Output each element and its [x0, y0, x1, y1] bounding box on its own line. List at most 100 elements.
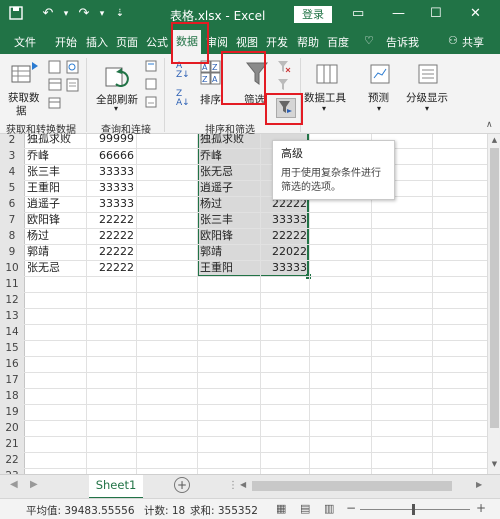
- cell-name[interactable]: 独孤求败: [200, 134, 258, 147]
- cell-name[interactable]: 王重阳: [27, 180, 85, 196]
- tab-help[interactable]: 帮助: [297, 34, 319, 50]
- row-header[interactable]: 5: [0, 180, 25, 197]
- outline-label[interactable]: 分级显示: [406, 90, 448, 105]
- vertical-scrollbar[interactable]: ▲ ▼: [487, 134, 500, 474]
- cell-value[interactable]: 33333: [88, 196, 134, 212]
- row-header[interactable]: 19: [0, 404, 25, 421]
- cell-name[interactable]: 逍遥子: [200, 180, 258, 196]
- undo-icon[interactable]: ↶: [40, 6, 56, 22]
- scroll-sheets-left-icon[interactable]: ◀: [10, 479, 18, 490]
- hscroll-right-icon[interactable]: ▶: [476, 480, 482, 489]
- row-header[interactable]: 4: [0, 164, 25, 181]
- sort-ascending-icon[interactable]: A Z↓: [176, 62, 190, 80]
- row-header[interactable]: 2: [0, 134, 25, 149]
- tab-split-handle-icon[interactable]: ⋮: [228, 480, 238, 491]
- existing-connections-icon[interactable]: [48, 96, 62, 113]
- tab-review[interactable]: 审阅: [206, 34, 228, 50]
- scroll-down-icon[interactable]: ▼: [490, 460, 499, 470]
- row-header[interactable]: 22: [0, 452, 25, 469]
- horizontal-scroll-thumb[interactable]: [252, 481, 452, 491]
- redo-dropdown-icon[interactable]: ▾: [94, 6, 110, 22]
- data-tools-label[interactable]: 数据工具: [304, 90, 346, 105]
- from-web-icon[interactable]: [66, 60, 80, 77]
- cell-name[interactable]: 杨过: [27, 228, 85, 244]
- recent-sources-icon[interactable]: [66, 78, 80, 95]
- row-header[interactable]: 12: [0, 292, 25, 309]
- tab-view[interactable]: 视图: [236, 34, 258, 50]
- zoom-slider-thumb[interactable]: [412, 504, 415, 515]
- cell-name[interactable]: 欧阳锋: [27, 212, 85, 228]
- cell-name[interactable]: 逍遥子: [27, 196, 85, 212]
- cell-value[interactable]: 22222: [88, 228, 134, 244]
- sheet-tab-sheet1[interactable]: Sheet1: [89, 475, 143, 499]
- page-layout-view-icon[interactable]: ▤: [300, 502, 310, 515]
- ribbon-display-icon[interactable]: ▭: [352, 6, 364, 21]
- cell-value[interactable]: 33333: [88, 164, 134, 180]
- row-header[interactable]: 11: [0, 276, 25, 293]
- row-header[interactable]: 17: [0, 372, 25, 389]
- add-sheet-icon[interactable]: +: [174, 477, 190, 493]
- zoom-out-icon[interactable]: −: [346, 501, 356, 515]
- cell-name[interactable]: 王重阳: [200, 260, 258, 276]
- queries-connections-icon[interactable]: [145, 60, 157, 75]
- cell-value[interactable]: 22222: [262, 228, 307, 244]
- refresh-dropdown-icon[interactable]: ▾: [114, 104, 118, 113]
- minimize-icon[interactable]: —: [392, 6, 405, 21]
- clear-filter-icon[interactable]: [277, 60, 291, 77]
- row-header[interactable]: 10: [0, 260, 25, 277]
- row-header[interactable]: 6: [0, 196, 25, 213]
- maximize-icon[interactable]: ☐: [430, 6, 442, 21]
- cell-value[interactable]: 22222: [88, 244, 134, 260]
- from-table-icon[interactable]: [48, 78, 62, 95]
- cell-value[interactable]: 99999: [88, 134, 134, 147]
- tab-developer[interactable]: 开发: [266, 34, 288, 50]
- properties-icon[interactable]: [145, 78, 157, 93]
- page-break-view-icon[interactable]: ▥: [324, 502, 334, 515]
- hscroll-left-icon[interactable]: ◀: [240, 480, 246, 489]
- tab-file[interactable]: 文件: [14, 34, 36, 50]
- cell-name[interactable]: 独孤求败: [27, 134, 85, 147]
- cell-value[interactable]: 33333: [88, 180, 134, 196]
- outline-icon[interactable]: [418, 64, 438, 87]
- row-header[interactable]: 14: [0, 324, 25, 341]
- zoom-in-icon[interactable]: +: [476, 501, 486, 515]
- edit-links-icon[interactable]: [145, 96, 157, 111]
- scroll-thumb[interactable]: [490, 148, 499, 428]
- get-data-icon[interactable]: [10, 60, 40, 89]
- row-header[interactable]: 15: [0, 340, 25, 357]
- sort-label[interactable]: 排序: [200, 92, 221, 107]
- cell-value[interactable]: 22222: [88, 260, 134, 276]
- row-header[interactable]: 16: [0, 356, 25, 373]
- cell-value[interactable]: 66666: [88, 148, 134, 164]
- undo-dropdown-icon[interactable]: ▾: [58, 6, 74, 22]
- row-header[interactable]: 20: [0, 420, 25, 437]
- row-header[interactable]: 7: [0, 212, 25, 229]
- zoom-slider[interactable]: [360, 509, 470, 510]
- tab-baidu[interactable]: 百度: [327, 34, 349, 50]
- cell-name[interactable]: 乔峰: [200, 148, 258, 164]
- data-tools-icon[interactable]: [316, 64, 338, 87]
- normal-view-icon[interactable]: ▦: [276, 502, 286, 515]
- cell-value[interactable]: 22022: [262, 244, 307, 260]
- row-header[interactable]: 18: [0, 388, 25, 405]
- cell-name[interactable]: 张三丰: [200, 212, 258, 228]
- worksheet-grid[interactable]: 2 3 4 5 6 7 8 9 10 11 12 13 14 15 16 17 …: [0, 134, 500, 474]
- forecast-icon[interactable]: [370, 64, 390, 87]
- save-icon[interactable]: [8, 6, 24, 22]
- cell-name[interactable]: 郭靖: [200, 244, 258, 260]
- scroll-up-icon[interactable]: ▲: [490, 136, 499, 146]
- customize-icon[interactable]: ⇣: [112, 6, 128, 22]
- cell-name[interactable]: 张无忌: [27, 260, 85, 276]
- forecast-dropdown-icon[interactable]: ▾: [377, 104, 381, 113]
- tab-insert[interactable]: 插入: [86, 34, 108, 50]
- row-header[interactable]: 9: [0, 244, 25, 261]
- cell-name[interactable]: 杨过: [200, 196, 258, 212]
- cell-name[interactable]: 张无忌: [200, 164, 258, 180]
- tab-formulas[interactable]: 公式: [146, 34, 168, 50]
- row-header[interactable]: 13: [0, 308, 25, 325]
- cell-name[interactable]: 欧阳锋: [200, 228, 258, 244]
- row-header[interactable]: 3: [0, 148, 25, 165]
- get-data-label-2[interactable]: 据: [16, 103, 27, 118]
- tab-home[interactable]: 开始: [55, 34, 77, 50]
- refresh-all-icon[interactable]: [104, 64, 132, 91]
